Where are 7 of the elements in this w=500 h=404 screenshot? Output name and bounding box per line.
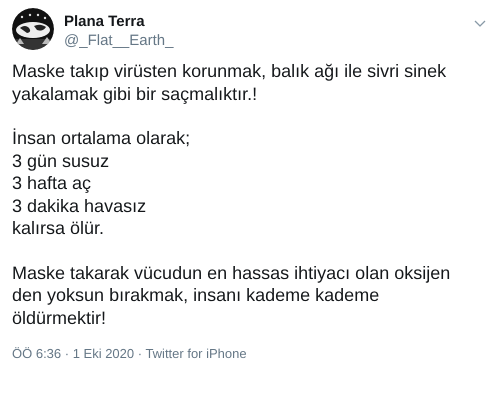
tweet-paragraph: İnsan ortalama olarak; 3 gün susuz 3 hafta aç 3 dakika havasız kalırsa ölür. bbox=[12, 127, 190, 240]
tweet-paragraph: Maske takarak vücudun en hassas ihtiyacı olan oksijen den yoksun bırakmak, insanı kademe kademe öldürmektir! bbox=[12, 262, 450, 329]
tweet-timestamp[interactable]: ÖÖ 6:36 · 1 Eki 2020 · Twitter for iPhone bbox=[12, 344, 247, 364]
author-name[interactable]: Plana Terra bbox=[64, 12, 174, 31]
chevron-down-icon[interactable] bbox=[474, 20, 486, 28]
tweet-paragraph: Maske takıp virüsten korunmak, balık ağı ile sivri sinek yakalamak gibi bir saçmalıktır.! bbox=[12, 60, 446, 105]
author-handle[interactable]: @_Flat__Earth_ bbox=[64, 31, 174, 50]
